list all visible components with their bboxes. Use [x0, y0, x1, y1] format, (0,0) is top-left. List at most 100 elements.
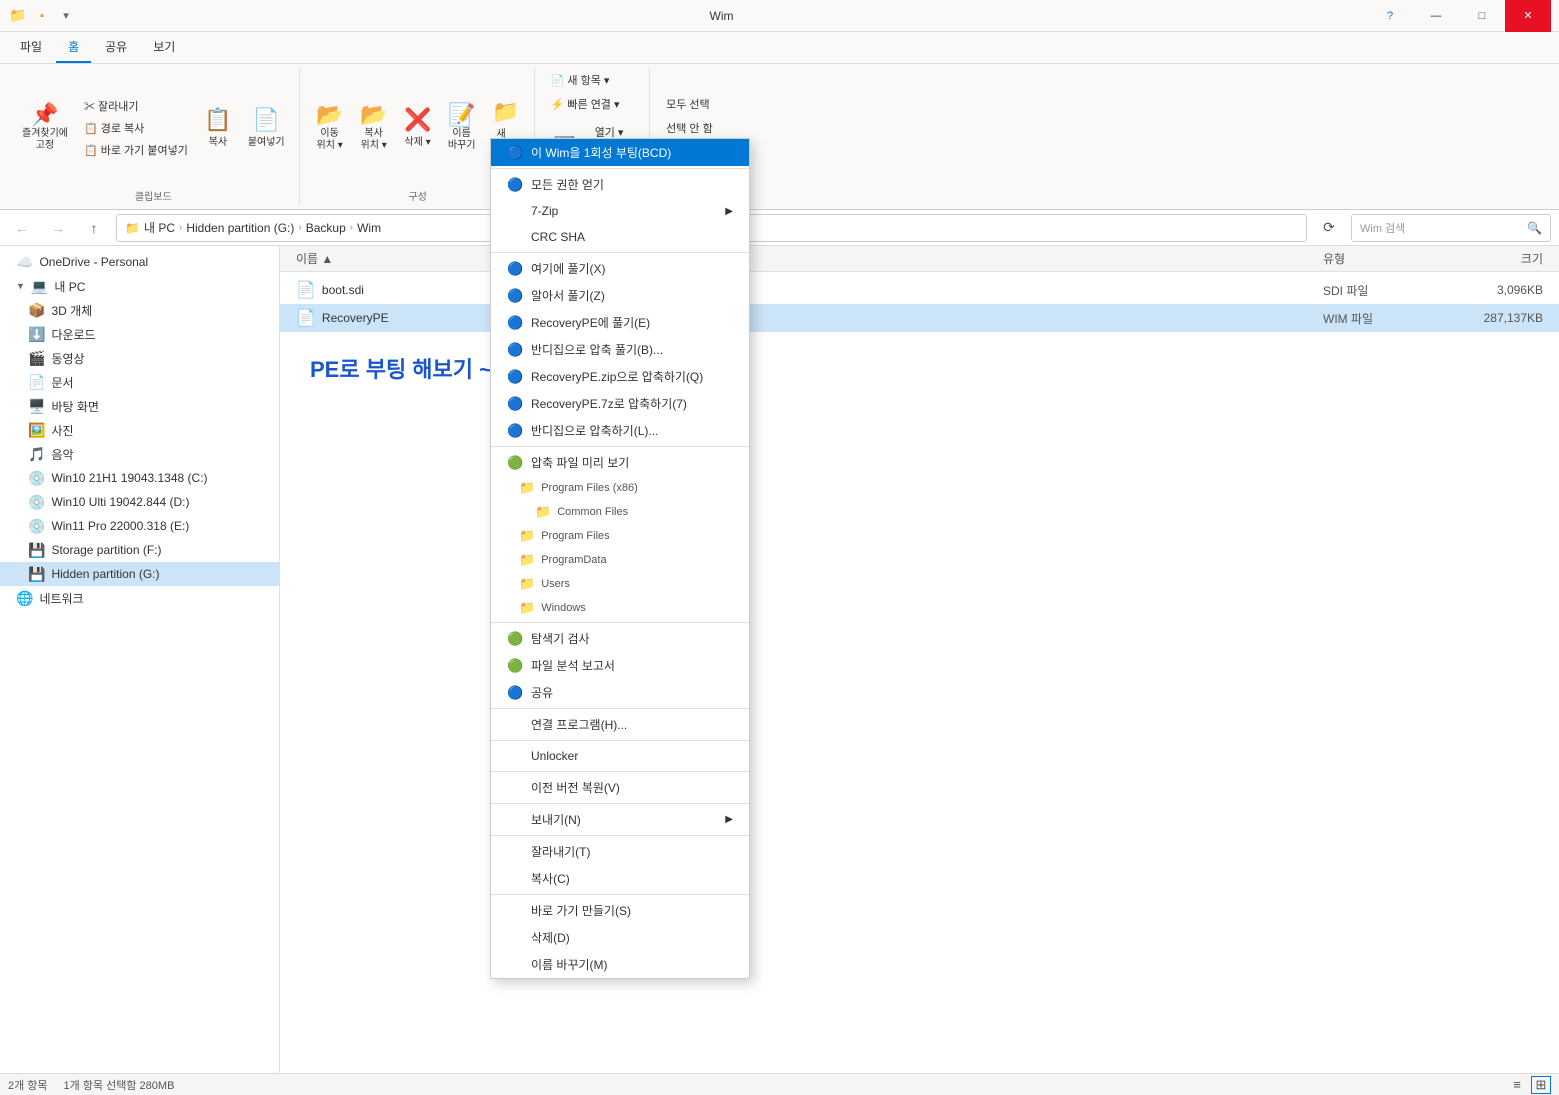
- select-none-button[interactable]: 선택 안 함: [660, 118, 719, 138]
- copy-path-button[interactable]: 📋 경로 복사: [78, 118, 194, 138]
- forward-button[interactable]: →: [44, 214, 72, 242]
- sidebar-item-photos[interactable]: 🖼️ 사진: [0, 418, 279, 442]
- download-icon: ⬇️: [28, 326, 45, 343]
- sidebar-item-onedrive[interactable]: ☁️ OneDrive - Personal: [0, 250, 279, 274]
- compress-7z-icon: 🔵: [507, 396, 523, 412]
- ctx-sep-10: [491, 894, 749, 895]
- ctx-perms-item[interactable]: 🔵 모든 권한 얻기: [491, 171, 749, 198]
- refresh-button[interactable]: ⟳: [1315, 214, 1343, 242]
- ctx-compress-bandizip-item[interactable]: 🔵 반디집으로 압축하기(L)...: [491, 417, 749, 444]
- rename-button[interactable]: 📝 이름바꾸기: [442, 100, 482, 156]
- search-icon: 🔍: [1527, 221, 1542, 235]
- tab-home[interactable]: 홈: [56, 32, 91, 63]
- paste-shortcut-button[interactable]: 📋 바로 가기 붙여넣기: [78, 140, 194, 160]
- back-button[interactable]: ←: [8, 214, 36, 242]
- ctx-extract-here-item[interactable]: 🔵 여기에 풀기(X): [491, 255, 749, 282]
- sidebar-item-docs[interactable]: 📄 문서: [0, 370, 279, 394]
- sidebar-label-d: Win10 Ulti 19042.844 (D:): [51, 495, 189, 509]
- ribbon-content: 📌 즐겨찾기에고정 ✂ 잘라내기 📋 경로 복사 📋 바로 가기 붙여넣기 📋 …: [0, 64, 1559, 209]
- breadcrumb-backup: Backup: [306, 221, 346, 235]
- help-button[interactable]: ?: [1367, 0, 1413, 32]
- ctx-7zip-label: 7-Zip: [531, 204, 558, 218]
- ctx-copy-item[interactable]: 복사(C): [491, 865, 749, 892]
- ctx-unlocker-item[interactable]: Unlocker: [491, 743, 749, 769]
- ctx-cut-item[interactable]: 잘라내기(T): [491, 838, 749, 865]
- col-type-header[interactable]: 유형: [1323, 250, 1443, 267]
- ctx-extract-smart-item[interactable]: 🔵 알아서 풀기(Z): [491, 282, 749, 309]
- sidebar-label-docs: 문서: [51, 374, 73, 391]
- tab-file[interactable]: 파일: [8, 32, 54, 63]
- sidebar-item-music[interactable]: 🎵 음악: [0, 442, 279, 466]
- sidebar-item-network[interactable]: 🌐 네트워크: [0, 586, 279, 610]
- new-item-button[interactable]: 📄 새 항목 ▾: [545, 70, 616, 90]
- up-button[interactable]: ↑: [80, 214, 108, 242]
- quick-access-button[interactable]: ⚡ 빠른 연결 ▾: [545, 94, 626, 114]
- copy-icon: 📋: [204, 109, 231, 131]
- sidebar-item-mypc[interactable]: ▼ 💻 내 PC: [0, 274, 279, 298]
- file-row-recovery[interactable]: 📄 RecoveryPE WIM 파일 287,137KB: [280, 304, 1559, 332]
- sidebar-item-downloads[interactable]: ⬇️ 다운로드: [0, 322, 279, 346]
- share-icon: 🔵: [507, 685, 523, 701]
- sidebar-label-f: Storage partition (F:): [51, 543, 161, 557]
- details-view-button[interactable]: ≡: [1507, 1076, 1527, 1094]
- ctx-compress-7z-item[interactable]: 🔵 RecoveryPE.7z로 압축하기(7): [491, 390, 749, 417]
- copy-button[interactable]: 📋 복사: [198, 105, 238, 152]
- sidebar-item-desktop[interactable]: 🖥️ 바탕 화면: [0, 394, 279, 418]
- move-button[interactable]: 📂 이동위치 ▾: [310, 100, 350, 156]
- perms-icon: 🔵: [507, 177, 523, 193]
- sidebar-item-3d[interactable]: 📦 3D 개체: [0, 298, 279, 322]
- col-name-header[interactable]: 이름 ▲: [296, 250, 1323, 267]
- ctx-delete-ctx-item[interactable]: 삭제(D): [491, 924, 749, 951]
- tab-share[interactable]: 공유: [93, 32, 139, 63]
- ctx-share-item[interactable]: 🔵 공유: [491, 679, 749, 706]
- drive-f-icon: 💾: [28, 542, 45, 559]
- ctx-restore-version-item[interactable]: 이전 버전 복원(V): [491, 774, 749, 801]
- file-row-boot[interactable]: 📄 boot.sdi SDI 파일 3,096KB: [280, 276, 1559, 304]
- ctx-7zip-item[interactable]: 7-Zip ▶: [491, 198, 749, 224]
- ctx-preview-item[interactable]: 🟢 압축 파일 미리 보기: [491, 449, 749, 476]
- close-button[interactable]: ✕: [1505, 0, 1551, 32]
- copy-to-button[interactable]: 📂 복사위치 ▾: [354, 100, 394, 156]
- search-box[interactable]: Wim 검색 🔍: [1351, 214, 1551, 242]
- ctx-file-analysis-item[interactable]: 🟢 파일 분석 보고서: [491, 652, 749, 679]
- maximize-button[interactable]: □: [1459, 0, 1505, 32]
- ctx-sep-9: [491, 835, 749, 836]
- ctx-delete-label: 삭제(D): [531, 929, 570, 946]
- context-menu: 🔵 이 Wim을 1회성 부팅(BCD) 🔵 모든 권한 얻기 7-Zip ▶ …: [490, 138, 750, 979]
- ctx-explorer-scan-item[interactable]: 🟢 탐색기 검사: [491, 625, 749, 652]
- sidebar-item-d[interactable]: 💿 Win10 Ulti 19042.844 (D:): [0, 490, 279, 514]
- video-icon: 🎬: [28, 350, 45, 367]
- sidebar-item-e[interactable]: 💿 Win11 Pro 22000.318 (E:): [0, 514, 279, 538]
- pin-button[interactable]: 📌 즐겨찾기에고정: [16, 100, 74, 156]
- copyto-label: 복사위치 ▾: [361, 128, 387, 152]
- ctx-rename-ctx-item[interactable]: 이름 바꾸기(M): [491, 951, 749, 978]
- sidebar-item-videos[interactable]: 🎬 동영상: [0, 346, 279, 370]
- ctx-create-shortcut-item[interactable]: 바로 가기 만들기(S): [491, 897, 749, 924]
- window-title: Wim: [76, 9, 1367, 23]
- col-size-header[interactable]: 크기: [1443, 250, 1543, 267]
- sidebar-item-g[interactable]: 💾 Hidden partition (G:): [0, 562, 279, 586]
- delete-icon: ❌: [404, 109, 431, 131]
- tab-view[interactable]: 보기: [141, 32, 187, 63]
- delete-button[interactable]: ❌ 삭제 ▾: [398, 105, 438, 152]
- ctx-sep-3: [491, 446, 749, 447]
- ctx-bcd-item[interactable]: 🔵 이 Wim을 1회성 부팅(BCD): [491, 139, 749, 166]
- sidebar-item-c[interactable]: 💿 Win10 21H1 19043.1348 (C:): [0, 466, 279, 490]
- folder-icon-windows: 📁: [519, 600, 535, 616]
- promo-text: PE로 부팅 해보기 ~: [280, 332, 1559, 404]
- ctx-open-with-item[interactable]: 연결 프로그램(H)...: [491, 711, 749, 738]
- ctx-compress-bandizip-label: 반디집으로 압축하기(L)...: [531, 422, 658, 439]
- paste-button[interactable]: 📄 붙여넣기: [242, 105, 291, 152]
- select-all-button[interactable]: 모두 선택: [660, 94, 716, 114]
- ctx-extract-bandizip-item[interactable]: 🔵 반디집으로 압축 풀기(B)...: [491, 336, 749, 363]
- ctx-extract-to-item[interactable]: 🔵 RecoveryPE에 풀기(E): [491, 309, 749, 336]
- ctx-compress-zip-item[interactable]: 🔵 RecoveryPE.zip으로 압축하기(Q): [491, 363, 749, 390]
- list-view-button[interactable]: ⊞: [1531, 1076, 1551, 1094]
- ctx-sendto-item[interactable]: 보내기(N) ▶: [491, 806, 749, 833]
- sidebar-item-f[interactable]: 💾 Storage partition (F:): [0, 538, 279, 562]
- cut-button[interactable]: ✂ 잘라내기: [78, 96, 194, 116]
- search-placeholder: Wim 검색: [1360, 220, 1405, 236]
- ctx-crcsha-item[interactable]: CRC SHA: [491, 224, 749, 250]
- ctx-perms-label: 모든 권한 얻기: [531, 176, 604, 193]
- minimize-button[interactable]: —: [1413, 0, 1459, 32]
